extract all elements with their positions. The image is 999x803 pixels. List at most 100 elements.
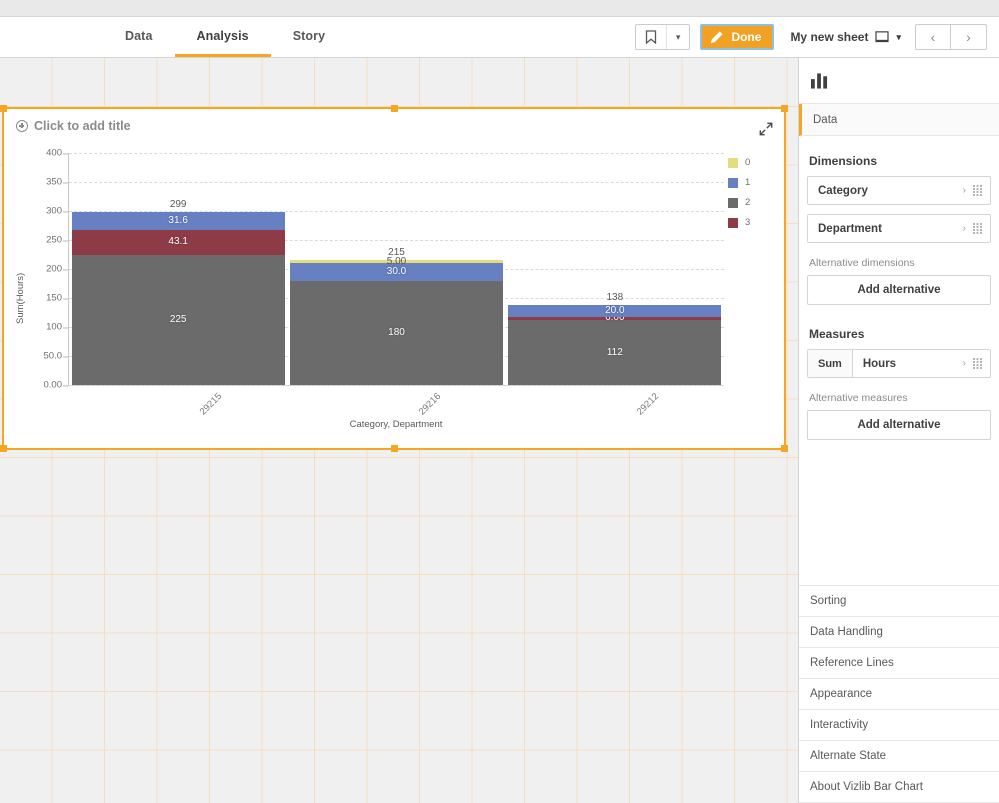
- legend-item[interactable]: 2: [728, 197, 776, 208]
- legend-label: 2: [745, 197, 751, 208]
- add-alternative-dimension-label: Add alternative: [857, 284, 941, 296]
- bar-stack[interactable]: 225 43.1 31.6: [71, 211, 285, 385]
- bookmark-button[interactable]: [636, 25, 666, 49]
- dimension-item-category[interactable]: Category ›: [807, 176, 991, 205]
- x-axis-title: Category, Department: [349, 419, 443, 430]
- legend-swatch: [728, 197, 738, 208]
- next-sheet-button[interactable]: ›: [951, 24, 987, 50]
- sheet-selector[interactable]: My new sheet ▾: [784, 24, 907, 50]
- bar-segment[interactable]: 31.6: [71, 211, 285, 230]
- panel-section-label: Reference Lines: [810, 657, 894, 669]
- expand-arrows-icon[interactable]: [759, 122, 773, 136]
- chevron-down-icon: ▾: [675, 31, 681, 42]
- panel-spacer: [799, 440, 999, 585]
- tab-analysis-label: Analysis: [196, 28, 249, 43]
- add-alternative-measure-button[interactable]: Add alternative: [807, 410, 991, 440]
- bookmark-dropdown-button[interactable]: ▾: [665, 25, 690, 49]
- bar-segment[interactable]: 43.1: [71, 229, 285, 255]
- legend-item[interactable]: 1: [728, 177, 776, 188]
- chevron-right-icon[interactable]: ›: [963, 185, 973, 196]
- bar-segment-label: 31.6: [168, 214, 188, 226]
- chart-title-placeholder[interactable]: Click to add title: [16, 119, 131, 133]
- y-axis-tick-label: 300: [46, 206, 68, 217]
- sheet-canvas[interactable]: Click to add title Sum(Hours) 0.00 50.0 10…: [0, 58, 798, 803]
- alternative-dimensions-label: Alternative dimensions: [809, 257, 915, 269]
- panel-section-about-vizlib-bar-chart[interactable]: About Vizlib Bar Chart: [799, 772, 999, 803]
- chart-plot: Sum(Hours) 0.00 50.0 100 150 200 250 300 350 400…: [4, 139, 788, 449]
- resize-handle-top-right[interactable]: [781, 105, 788, 112]
- add-alternative-measure-label: Add alternative: [857, 419, 941, 431]
- measures-heading: Measures: [809, 327, 865, 341]
- pencil-icon: [711, 30, 724, 43]
- drag-handle-icon[interactable]: [973, 358, 990, 369]
- panel-section-appearance[interactable]: Appearance: [799, 679, 999, 710]
- done-button[interactable]: Done: [700, 24, 775, 50]
- panel-section-sorting[interactable]: Sorting: [799, 586, 999, 617]
- bar-segment-label: 5.00: [386, 255, 407, 267]
- sheet-icon: [875, 31, 890, 43]
- bar-segment[interactable]: 6.00: [508, 313, 722, 323]
- done-label: Done: [731, 30, 762, 44]
- main-tabs: Data Analysis Story: [103, 17, 347, 57]
- bar-segment-label: 43.1: [168, 236, 188, 248]
- y-axis-ticks: 0.00 50.0 100 150 200 250 300 350 400: [26, 148, 68, 391]
- chart-object-container[interactable]: Click to add title Sum(Hours) 0.00 50.0 10…: [0, 105, 788, 452]
- window-top-strip: [0, 0, 999, 17]
- drag-handle-icon[interactable]: [973, 223, 990, 234]
- bar-segment[interactable]: 5.00: [290, 256, 503, 266]
- bar-segment-label: 180: [388, 326, 405, 338]
- chevron-right-icon[interactable]: ›: [963, 358, 973, 369]
- legend-label: 0: [745, 157, 751, 168]
- panel-section-label: Data Handling: [810, 626, 883, 638]
- panel-section-label: Interactivity: [810, 719, 869, 731]
- bar-total-label: 215: [388, 247, 405, 259]
- legend-label: 3: [745, 217, 751, 228]
- bar-segment[interactable]: 20.0: [508, 304, 722, 317]
- plot-area[interactable]: 225 43.1 31.6 299 180 30.0 5.00 215 112 6.00 20.0 1…: [69, 153, 724, 386]
- panel-section-reference-lines[interactable]: Reference Lines: [799, 648, 999, 679]
- tab-analysis[interactable]: Analysis: [174, 17, 271, 57]
- measure-item-hours[interactable]: Sum Hours ›: [807, 349, 991, 378]
- dimensions-heading: Dimensions: [809, 154, 878, 168]
- chevron-down-icon: ▾: [896, 31, 901, 42]
- panel-tab-data[interactable]: Data: [799, 104, 999, 136]
- chevron-right-icon[interactable]: ›: [963, 223, 973, 234]
- y-axis-tick-label: 250: [46, 235, 68, 246]
- bar-segment-label: 112: [606, 346, 623, 358]
- gridline: [69, 182, 724, 183]
- bar-segment[interactable]: 180: [290, 280, 503, 385]
- resize-handle-top-middle[interactable]: [391, 105, 398, 112]
- chevron-right-icon: ›: [966, 29, 971, 45]
- resize-handle-top-left[interactable]: [0, 105, 7, 112]
- properties-panel: Data Dimensions Category › Department › …: [798, 58, 999, 803]
- tab-data[interactable]: Data: [103, 17, 175, 57]
- y-axis-title: Sum(Hours): [15, 272, 26, 324]
- drag-handle-icon[interactable]: [973, 185, 990, 196]
- panel-section-alternate-state[interactable]: Alternate State: [799, 741, 999, 772]
- gridline: [69, 153, 724, 154]
- legend-item[interactable]: 0: [728, 157, 776, 168]
- legend-swatch: [728, 157, 738, 168]
- y-axis-tick-label: 400: [46, 148, 68, 159]
- top-navigation-bar: Data Analysis Story ▾ Done My new sheet …: [0, 17, 999, 58]
- panel-header: [799, 58, 999, 104]
- bar-total-label: 299: [169, 198, 187, 210]
- legend-swatch: [728, 217, 738, 228]
- panel-section-label: Alternate State: [810, 750, 887, 762]
- panel-body: Dimensions Category › Department › Alter…: [799, 136, 999, 440]
- dimension-item-department[interactable]: Department ›: [807, 214, 991, 243]
- prev-sheet-button[interactable]: ‹: [915, 24, 951, 50]
- bookmark-button-group: ▾: [634, 24, 691, 50]
- panel-section-interactivity[interactable]: Interactivity: [799, 710, 999, 741]
- bar-stack[interactable]: 180 30.0 5.00: [290, 256, 503, 385]
- bar-segment[interactable]: 112: [508, 320, 722, 385]
- bar-segment[interactable]: 225: [71, 254, 285, 385]
- panel-section-data-handling[interactable]: Data Handling: [799, 617, 999, 648]
- measure-name: Hours: [862, 357, 897, 370]
- bar-stack[interactable]: 112 6.00 20.0: [508, 304, 722, 385]
- legend-label: 1: [745, 177, 751, 188]
- legend-item[interactable]: 3: [728, 217, 776, 228]
- add-alternative-dimension-button[interactable]: Add alternative: [807, 275, 991, 305]
- bar-segment-label: 20.0: [605, 304, 625, 316]
- tab-story[interactable]: Story: [271, 17, 347, 57]
